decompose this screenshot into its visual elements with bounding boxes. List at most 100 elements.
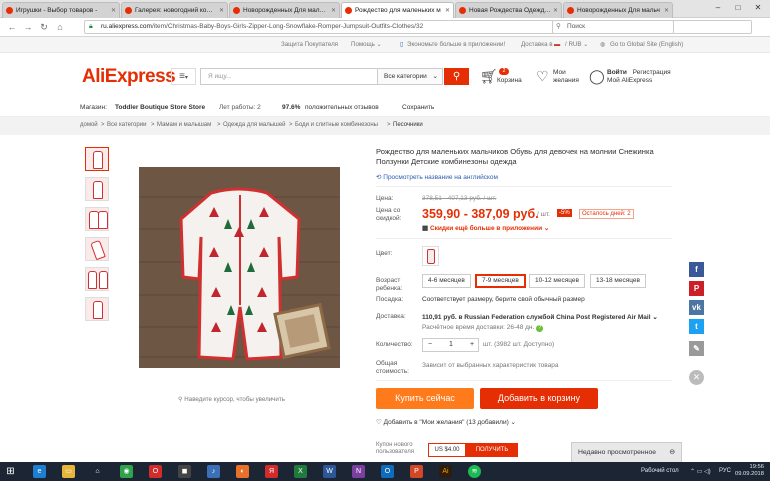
opera-icon[interactable]: O xyxy=(149,465,162,478)
back-icon[interactable]: ← xyxy=(6,21,18,33)
recently-viewed-bar[interactable]: Недавно просмотренное ⊖ xyxy=(571,442,682,463)
translate-link[interactable]: ⟲ Просмотреть название на английском xyxy=(376,173,498,181)
add-to-wishlist-link[interactable]: ♡ Добавить в "Мои желания" (13 добавили)… xyxy=(376,418,516,426)
store-rating-text: положительных отзывов xyxy=(305,104,379,111)
powerpoint-icon[interactable]: P xyxy=(410,465,423,478)
pinterest-share-icon[interactable]: P xyxy=(689,281,704,296)
help-link[interactable]: Помощь ⌄ xyxy=(351,41,382,48)
edit-icon[interactable]: ✎ xyxy=(689,341,704,356)
product-thumbnail[interactable] xyxy=(85,177,109,201)
outlook-icon[interactable]: O xyxy=(381,465,394,478)
home-icon[interactable]: ⌂ xyxy=(91,465,104,478)
store-name-link[interactable]: Toddler Boutique Store Store xyxy=(115,104,205,111)
color-swatch[interactable] xyxy=(422,246,439,266)
clock[interactable]: 19:56 09.09.2018 xyxy=(735,464,764,478)
my-account-link[interactable]: Мой AliExpress xyxy=(607,77,652,84)
product-thumbnail[interactable] xyxy=(85,147,109,171)
buyer-protection-link[interactable]: Защита Покупателя xyxy=(281,41,338,48)
close-icon[interactable]: ✕ xyxy=(111,7,116,14)
browser-tab[interactable]: Новая Рождества Одежда д ✕ xyxy=(455,2,562,18)
close-icon[interactable]: ✕ xyxy=(219,7,224,14)
size-option[interactable]: 10-12 месяцев xyxy=(529,274,586,288)
tray-icons[interactable]: ⌃ ▭ ◁) xyxy=(690,468,711,475)
browser-tab[interactable]: Галерея: новогодний комплект✕ xyxy=(121,2,228,18)
buy-now-button[interactable]: Купить сейчас xyxy=(376,388,474,409)
word-icon[interactable]: W xyxy=(323,465,336,478)
category-select[interactable]: Все категории ⌄ xyxy=(377,68,443,85)
breadcrumb-item[interactable]: Все категории xyxy=(107,122,146,128)
desktop-label[interactable]: Рабочий стол xyxy=(641,468,679,474)
close-icon[interactable]: ✕ xyxy=(331,7,336,14)
close-icon[interactable]: ✕ xyxy=(689,370,704,385)
twitter-share-icon[interactable]: t xyxy=(689,319,704,334)
maximize-window-icon[interactable]: □ xyxy=(728,2,748,14)
save-store-button[interactable]: Сохранить xyxy=(402,104,434,111)
cart-icon[interactable]: 🛒︎ xyxy=(480,68,498,85)
edge-icon[interactable]: e xyxy=(33,465,46,478)
app-icon[interactable]: ◼ xyxy=(178,465,191,478)
firefox-icon[interactable]: ◐ xyxy=(236,465,249,478)
product-thumbnail[interactable] xyxy=(85,267,109,291)
onenote-icon[interactable]: N xyxy=(352,465,365,478)
facebook-share-icon[interactable]: f xyxy=(689,262,704,277)
register-link[interactable]: Регистрация xyxy=(633,69,671,76)
browser-tab[interactable]: Новорожденных Для мальч ✕ xyxy=(563,2,673,18)
app-discount-link[interactable]: ▦ Скидки ещё больше в приложении ⌄ xyxy=(422,224,549,232)
heart-icon[interactable]: ♡ xyxy=(536,68,549,85)
search-input[interactable]: Я ищу... xyxy=(200,68,377,85)
product-thumbnail[interactable] xyxy=(85,207,109,231)
quantity-increase-button[interactable]: + xyxy=(470,341,474,348)
close-icon[interactable]: ✕ xyxy=(445,7,450,14)
wishlist-label[interactable]: Мои желания xyxy=(553,69,579,85)
yandex-icon[interactable]: Я xyxy=(265,465,278,478)
excel-icon[interactable]: X xyxy=(294,465,307,478)
user-icon[interactable]: ◯ xyxy=(589,68,605,85)
browser-tab[interactable]: Новорожденных Для мальчиков✕ xyxy=(229,2,340,18)
breadcrumb-item[interactable]: Мамам и малышам xyxy=(157,122,211,128)
windows-start-icon[interactable]: ⊞ xyxy=(4,465,17,478)
folder-icon[interactable]: ▭ xyxy=(62,465,75,478)
home-icon[interactable]: ⌂ xyxy=(54,21,66,33)
close-window-icon[interactable]: ✕ xyxy=(748,2,768,14)
product-main-image[interactable] xyxy=(139,167,340,368)
language-indicator[interactable]: РУС xyxy=(719,468,731,474)
browser-tab-active[interactable]: Рождество для маленьких м ✕ xyxy=(341,2,454,18)
quantity-stepper: − 1 + xyxy=(422,338,479,352)
quantity-decrease-button[interactable]: − xyxy=(428,341,432,348)
search-button[interactable]: ⚲ xyxy=(444,68,469,85)
size-option[interactable]: 4-6 месяцев xyxy=(422,274,471,288)
add-to-cart-button[interactable]: Добавить в корзину xyxy=(480,388,598,409)
currency-link[interactable]: / RUB ⌄ xyxy=(565,41,588,48)
product-thumbnail[interactable] xyxy=(85,297,109,321)
browser-tab[interactable]: Игрушки - Выбор товаров - ✕ xyxy=(2,2,120,18)
size-option-selected[interactable]: 7-9 месяцев xyxy=(475,274,526,288)
cart-label[interactable]: Корзина xyxy=(497,77,522,85)
size-option[interactable]: 13-18 месяцев xyxy=(590,274,647,288)
category-menu-button[interactable]: ≡▾ xyxy=(171,68,196,85)
aliexpress-logo[interactable]: AliExpress xyxy=(82,66,176,88)
delivery-select[interactable]: 110,91 руб. в Russian Federation службой… xyxy=(422,313,658,321)
get-coupon-button[interactable]: ПОЛУЧИТЬ xyxy=(466,443,518,457)
forward-icon[interactable]: → xyxy=(22,21,34,33)
close-icon[interactable]: ✕ xyxy=(664,7,669,14)
global-site-link[interactable]: Go to Global Site (English) xyxy=(610,41,683,48)
illustrator-icon[interactable]: Ai xyxy=(439,465,452,478)
close-icon[interactable]: ✕ xyxy=(553,7,558,14)
reload-icon[interactable]: ↻ xyxy=(38,21,50,33)
breadcrumb-item[interactable]: Одежда для малышей xyxy=(223,122,286,128)
coupon-value: US $4.00 xyxy=(428,443,466,457)
chrome-icon[interactable]: ◉ xyxy=(120,465,133,478)
ship-to-link[interactable]: Доставка в xyxy=(521,41,553,48)
breadcrumb-item[interactable]: домой xyxy=(80,122,98,128)
sign-in-link[interactable]: Войти xyxy=(607,69,627,76)
breadcrumb-item[interactable]: Боди и слитные комбинезоны xyxy=(295,122,378,128)
quantity-input[interactable]: 1 xyxy=(449,341,453,348)
media-icon[interactable]: ♪ xyxy=(207,465,220,478)
browser-search-field[interactable]: ⚲ Поиск xyxy=(552,20,752,34)
product-thumbnail[interactable] xyxy=(85,237,109,261)
minimize-window-icon[interactable]: – xyxy=(708,2,728,14)
total-value: Зависит от выбранных характеристик товар… xyxy=(422,362,559,369)
vk-share-icon[interactable]: vk xyxy=(689,300,704,315)
app-link[interactable]: Экономьте больше в приложении! xyxy=(407,41,505,48)
spotify-icon[interactable]: ≋ xyxy=(468,465,481,478)
